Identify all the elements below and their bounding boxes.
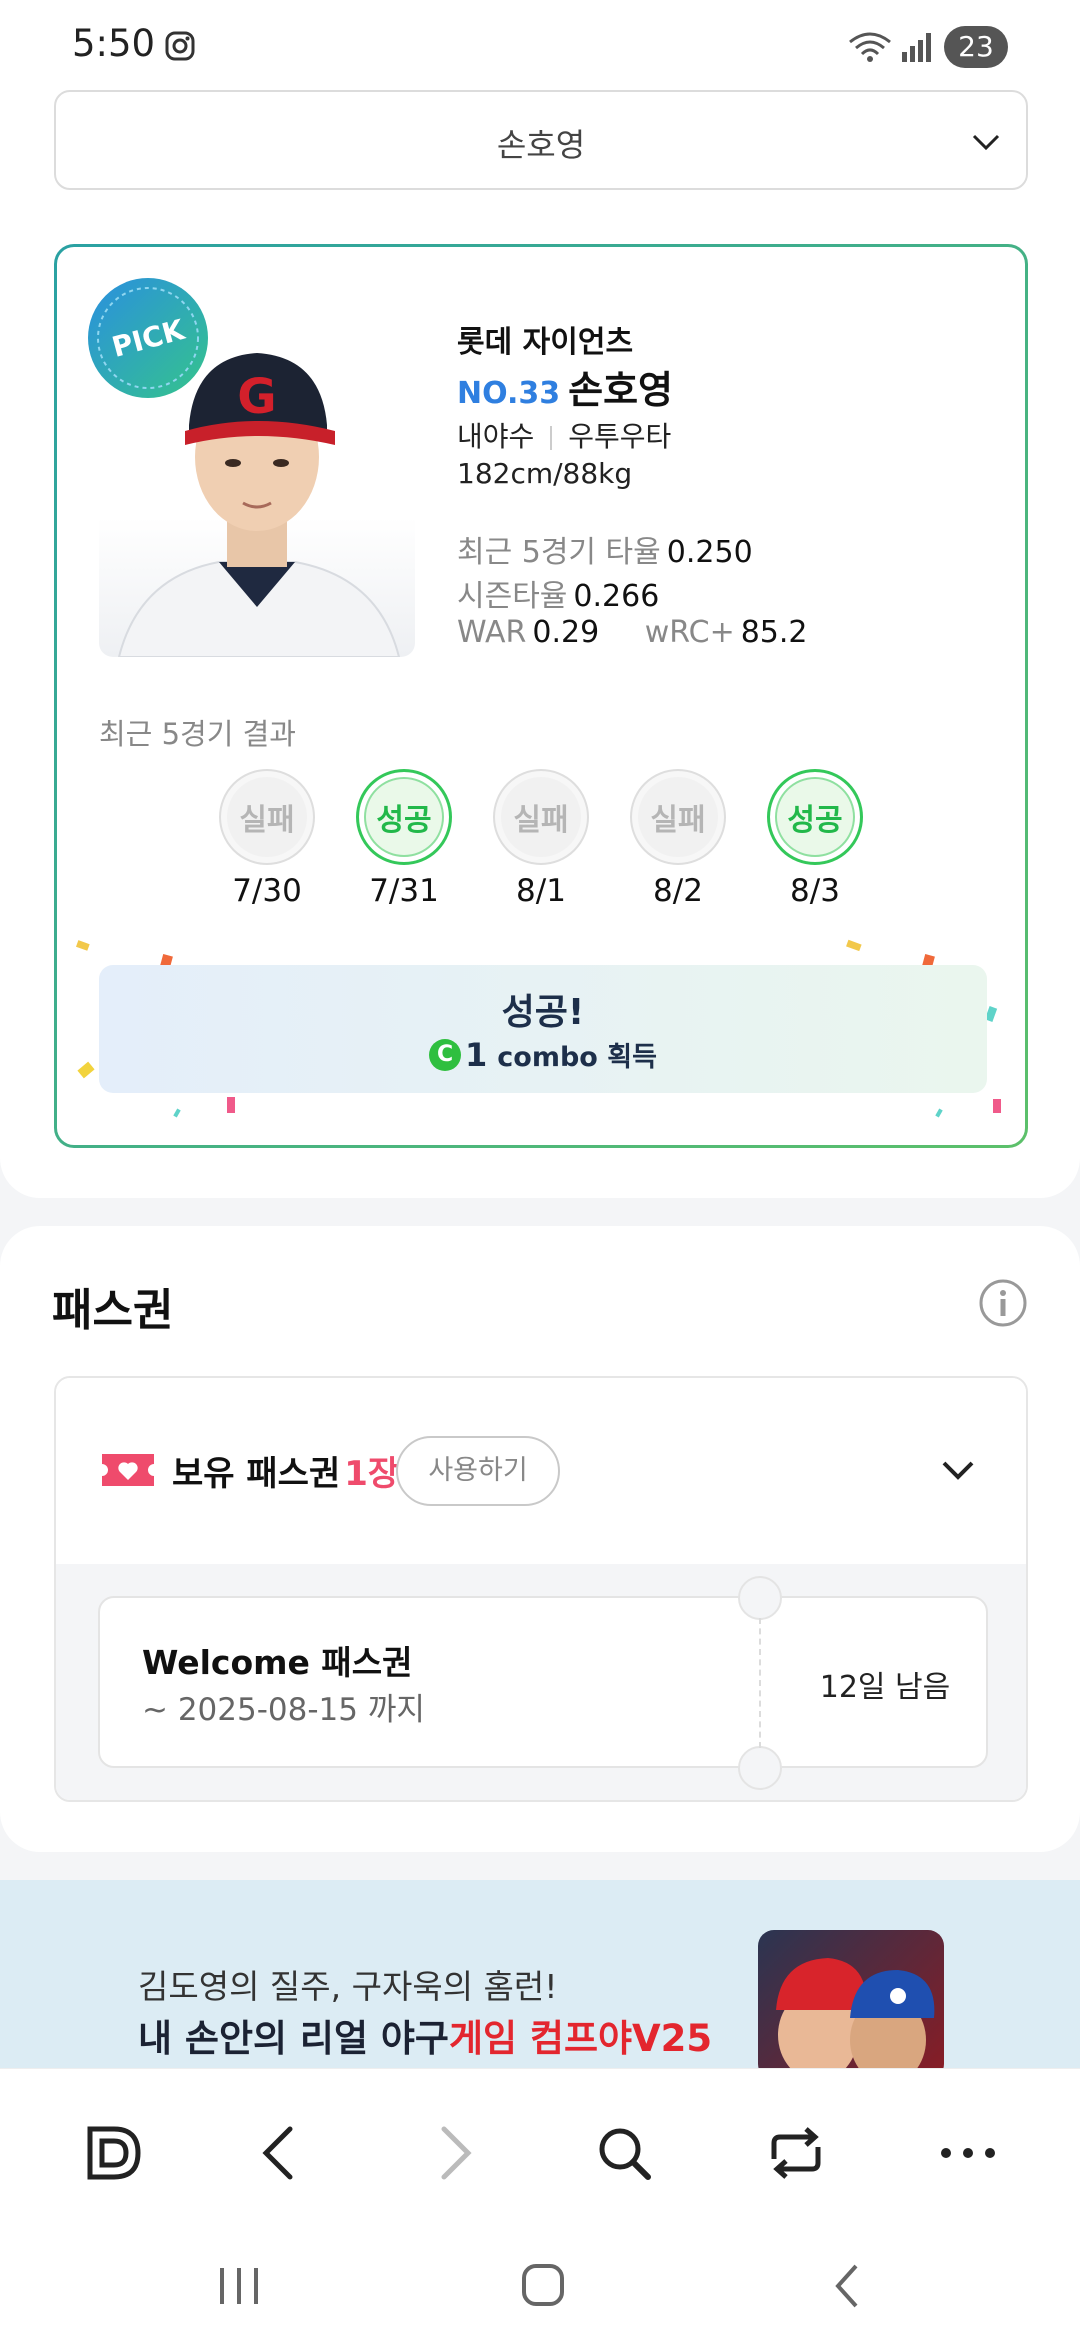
player-position-row: 내야수 우투우타 (457, 415, 671, 455)
owned-pass-count: 1장 (344, 1454, 400, 1494)
game-item: 실패 7/30 (217, 769, 317, 909)
recent-avg-stat: 최근 5경기 타율 0.250 (457, 527, 753, 571)
ad-banner[interactable]: 김도영의 질주, 구자욱의 홈런! 내 손안의 리얼 야구게임 컴프야V25 (0, 1880, 1080, 2070)
signal-icon (902, 33, 931, 62)
game-date: 8/3 (790, 873, 840, 909)
ad-headline: 김도영의 질주, 구자욱의 홈런! (138, 1967, 558, 2006)
ticket-notch (738, 1576, 782, 1620)
player-team: 롯데 자이언츠 (457, 325, 634, 360)
search-icon[interactable] (586, 2115, 662, 2191)
season-avg-value: 0.266 (573, 579, 660, 614)
ticket-remaining: 12일 남음 (819, 1670, 951, 1705)
wrc-value: 85.2 (740, 615, 808, 650)
player-select-value: 손호영 (496, 126, 586, 164)
game-result-badge: 실패 (219, 769, 315, 865)
more-icon[interactable] (930, 2115, 1006, 2191)
recent-avg-label: 최근 5경기 타율 (457, 535, 661, 570)
system-nav-bar (0, 2236, 1080, 2340)
war-wrc-stat: WAR 0.29 wRC+ 85.2 (457, 615, 808, 650)
result-banner: 성공! C 1 combo 획득 (99, 965, 987, 1093)
player-section: 손호영 G PICK 롯데 자이언츠 NO.33 손호영 내야수 우투우타 18… (0, 90, 1080, 1198)
game-result-badge: 실패 (493, 769, 589, 865)
ticket-heart-icon (102, 1454, 154, 1486)
recent-games-title: 최근 5경기 결과 (99, 717, 296, 751)
recent-games-list: 실패 7/30 성공 7/31 실패 8/1 실패 8/2 성공 8/3 (217, 769, 867, 909)
chevron-down-icon[interactable] (938, 1450, 978, 1490)
svg-text:G: G (237, 369, 276, 425)
season-avg-label: 시즌타율 (457, 579, 568, 614)
forward-icon[interactable] (414, 2115, 490, 2191)
ticket-divider (759, 1618, 761, 1748)
game-result-badge: 성공 (767, 769, 863, 865)
combo-count: 1 (465, 1035, 488, 1074)
info-icon[interactable] (978, 1278, 1028, 1328)
wifi-icon (849, 32, 891, 62)
player-card: G PICK 롯데 자이언츠 NO.33 손호영 내야수 우투우타 182cm/88… (54, 244, 1028, 1148)
pick-badge: PICK (88, 278, 208, 398)
game-date: 7/31 (369, 873, 439, 909)
war-label: WAR (457, 615, 527, 650)
result-combo: C 1 combo 획득 (99, 1035, 987, 1074)
player-number: NO.33 (457, 376, 561, 411)
game-item: 성공 7/31 (354, 769, 454, 909)
owned-pass-text: 보유 패스권 (172, 1454, 341, 1494)
instagram-icon (165, 31, 195, 61)
ticket-name: Welcome 패스권 (142, 1643, 413, 1682)
browser-toolbar (0, 2068, 1080, 2236)
player-name-row: NO.33 손호영 (457, 359, 673, 414)
game-item: 실패 8/1 (491, 769, 591, 909)
season-avg-stat: 시즌타율 0.266 (457, 571, 659, 615)
war-value: 0.29 (532, 615, 600, 650)
chevron-down-icon (972, 134, 1000, 151)
owned-pass-label: 보유 패스권 1장 (172, 1446, 399, 1495)
wrc-label: wRC+ (644, 615, 735, 650)
status-bar: 5:50 23 (0, 0, 1080, 90)
battery-indicator: 23 (944, 26, 1008, 68)
ticket-expiry: ~ 2025-08-15 까지 (142, 1692, 425, 1728)
player-name: 손호영 (568, 368, 673, 412)
back-nav-icon[interactable] (812, 2254, 882, 2318)
pass-ticket[interactable]: Welcome 패스권 ~ 2025-08-15 까지 12일 남음 (98, 1576, 988, 1790)
game-result-badge: 성공 (356, 769, 452, 865)
game-date: 8/2 (653, 873, 703, 909)
ad-subheadline-prefix: 내 손안의 리얼 야구 (138, 2017, 449, 2060)
ad-subheadline-highlight: 게임 컴프야V25 (448, 2017, 713, 2060)
combo-icon: C (429, 1038, 462, 1071)
ad-subheadline: 내 손안의 리얼 야구게임 컴프야V25 (138, 2008, 712, 2062)
d-logo-icon[interactable] (76, 2115, 152, 2191)
combo-text: combo 획득 (497, 1042, 657, 1073)
result-title: 성공! (501, 992, 585, 1033)
divider (550, 426, 553, 450)
ad-image (758, 1930, 944, 2070)
recent-apps-icon[interactable] (204, 2254, 274, 2318)
owned-pass-header[interactable]: 보유 패스권 1장 사용하기 (56, 1378, 1026, 1564)
pass-section: 패스권 보유 패스권 1장 사용하기 Welcome 패스권 ~ 2025-08… (0, 1226, 1080, 1852)
game-item: 실패 8/2 (628, 769, 728, 909)
player-body: 182cm/88kg (457, 457, 633, 490)
game-item: 성공 8/3 (765, 769, 865, 909)
back-icon[interactable] (244, 2115, 320, 2191)
player-position: 내야수 (457, 420, 535, 453)
home-icon[interactable] (508, 2254, 578, 2318)
status-time: 5:50 (72, 22, 156, 65)
share-icon[interactable] (758, 2115, 834, 2191)
owned-pass-panel: 보유 패스권 1장 사용하기 Welcome 패스권 ~ 2025-08-15 까… (54, 1376, 1028, 1802)
player-select-dropdown[interactable]: 손호영 (54, 90, 1028, 190)
pass-section-title: 패스권 (52, 1285, 174, 1336)
game-date: 8/1 (516, 873, 566, 909)
player-hand: 우투우타 (568, 420, 672, 453)
ticket-notch (738, 1746, 782, 1790)
use-pass-button[interactable]: 사용하기 (396, 1436, 560, 1506)
game-date: 7/30 (232, 873, 302, 909)
game-result-badge: 실패 (630, 769, 726, 865)
pass-ticket-list: Welcome 패스권 ~ 2025-08-15 까지 12일 남음 (56, 1564, 1026, 1800)
recent-avg-value: 0.250 (666, 535, 753, 570)
